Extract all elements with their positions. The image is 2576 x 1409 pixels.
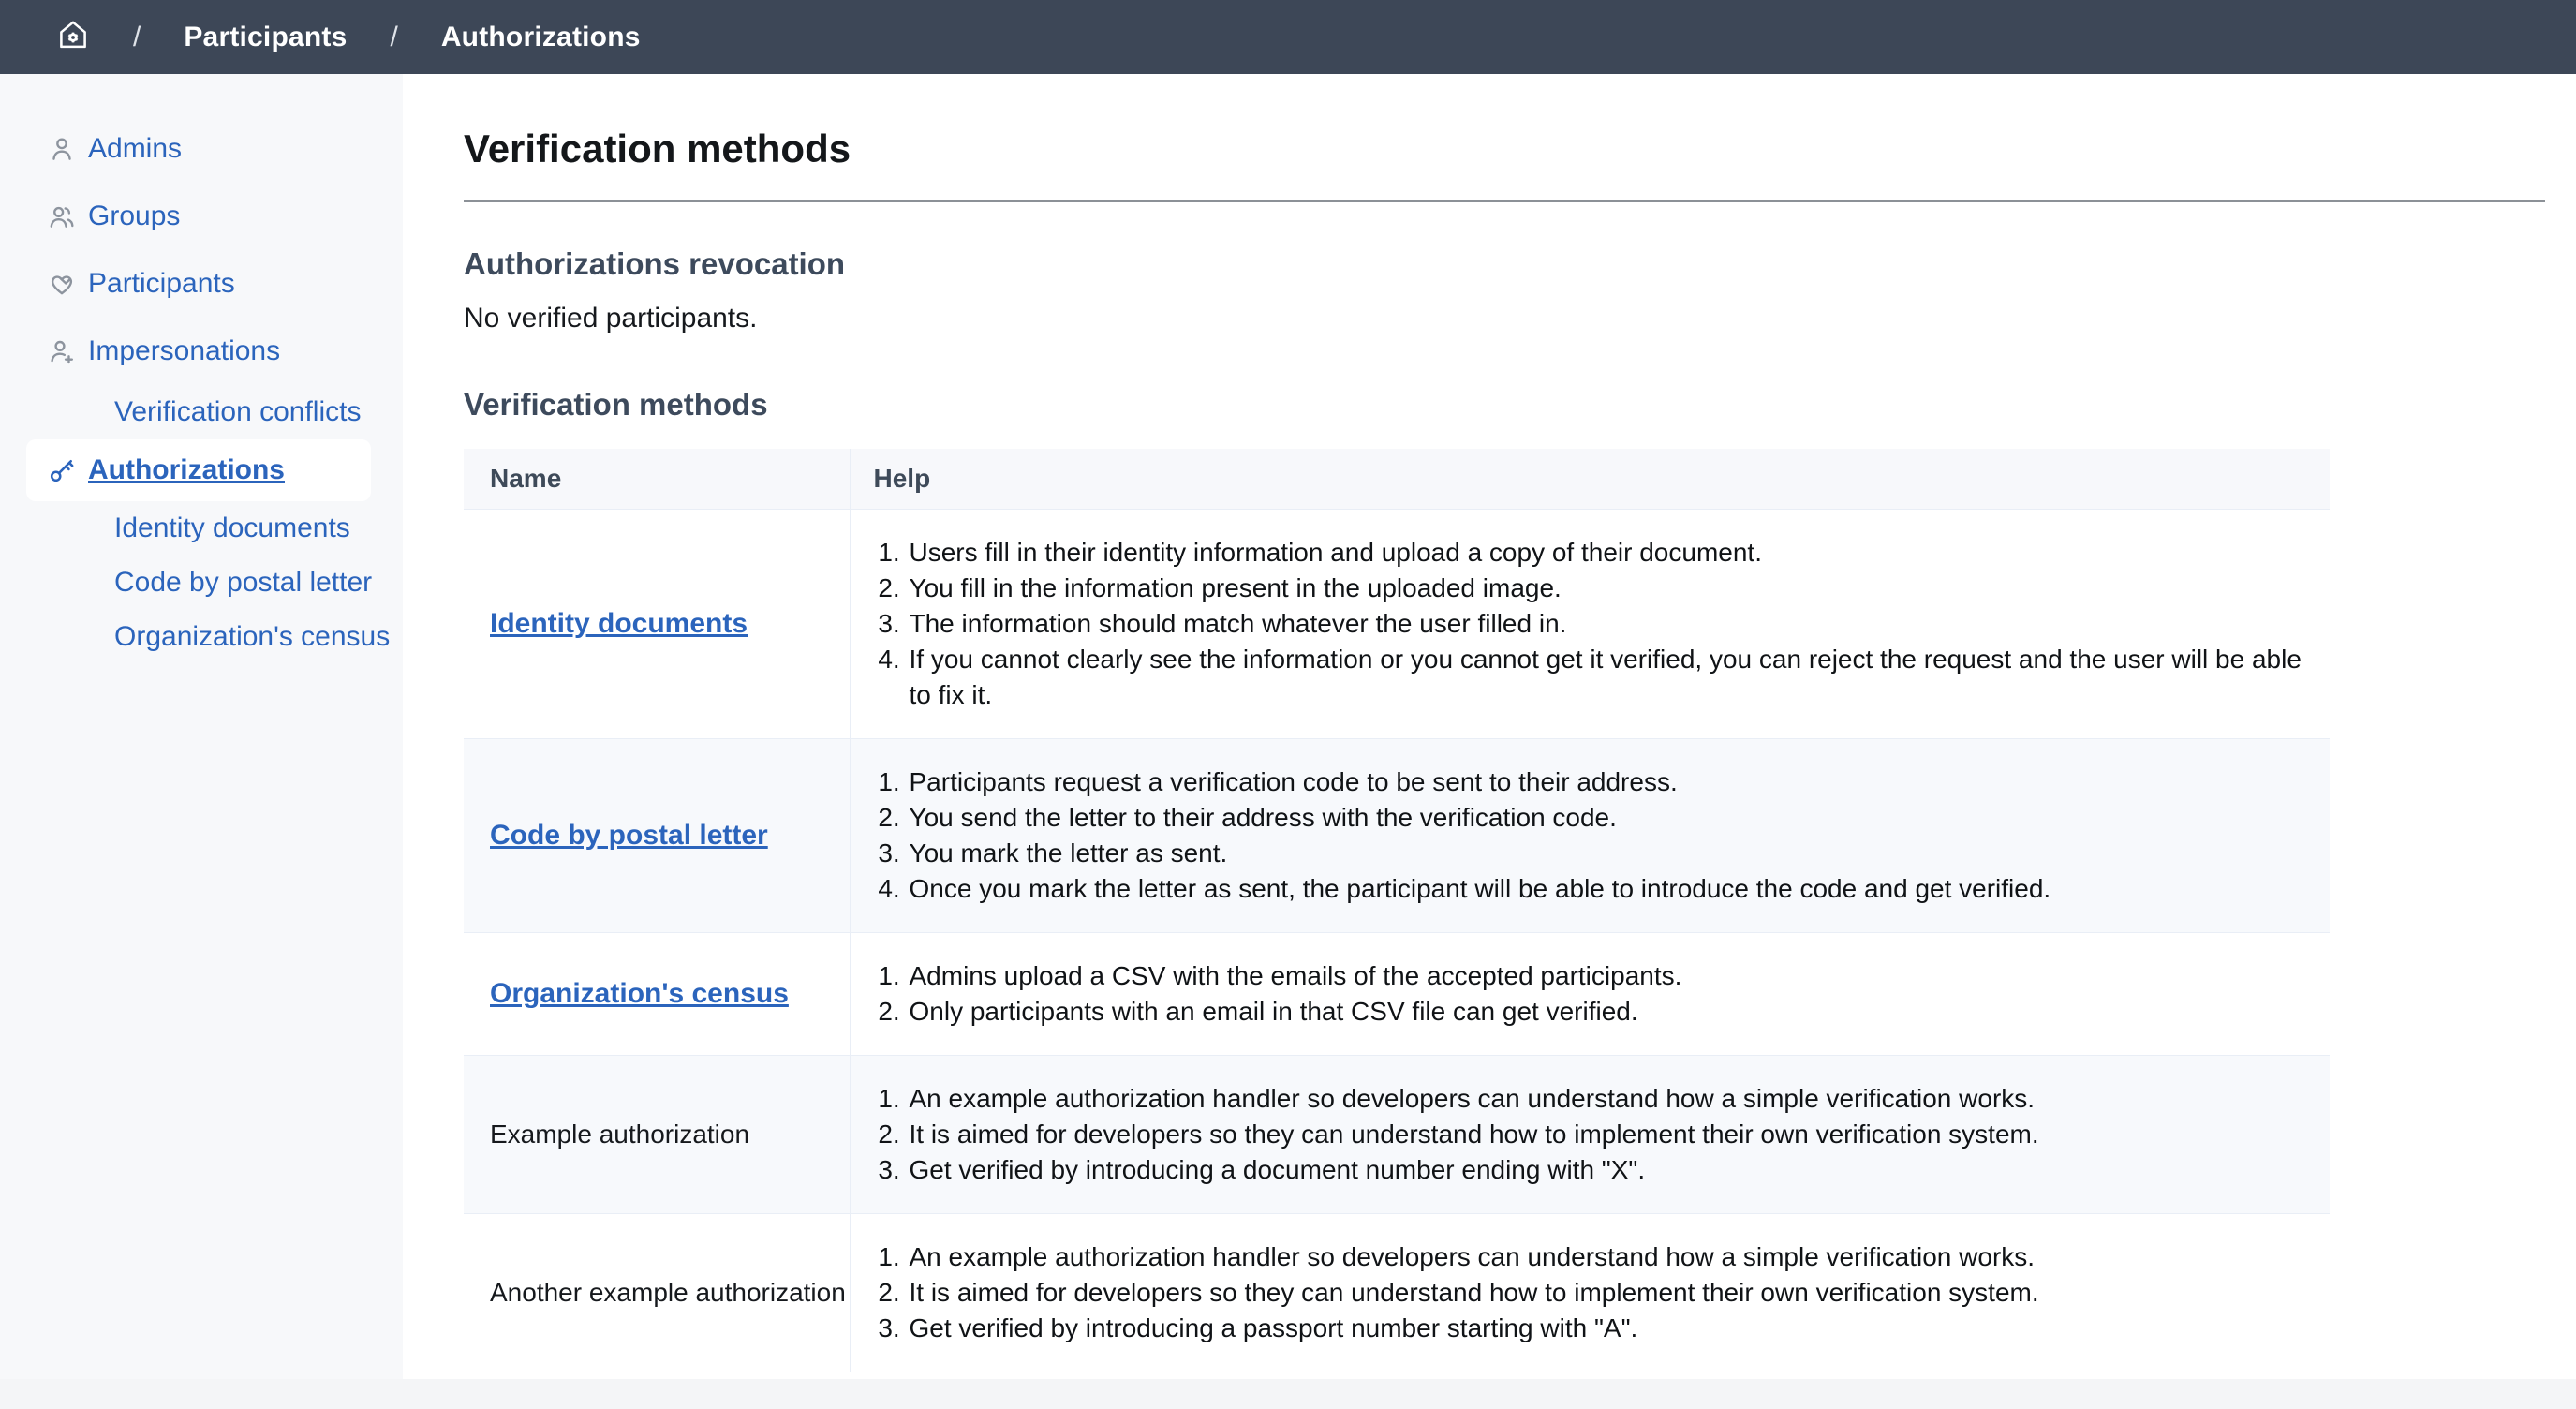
breadcrumb-separator: /: [390, 22, 397, 53]
sidebar-item-identity-documents[interactable]: Identity documents: [0, 501, 403, 556]
help-step: It is aimed for developers so they can u…: [908, 1117, 2312, 1152]
method-link-organizations-census[interactable]: Organization's census: [490, 978, 789, 1009]
help-list: An example authorization handler so deve…: [908, 1239, 2312, 1346]
help-step: Users fill in their identity information…: [908, 535, 2312, 571]
user-icon: [47, 134, 77, 164]
help-list: Admins upload a CSV with the emails of t…: [908, 958, 2312, 1030]
help-list: Participants request a verification code…: [908, 764, 2312, 907]
key-icon: [47, 455, 77, 485]
sidebar-item-organizations-census[interactable]: Organization's census: [0, 610, 403, 664]
page-title: Verification methods: [464, 126, 2545, 171]
breadcrumb: / Participants / Authorizations: [56, 18, 641, 56]
help-step: Admins upload a CSV with the emails of t…: [908, 958, 2312, 994]
verification-methods-table: Name Help Identity documents Users fill …: [464, 449, 2330, 1372]
table-row: Example authorization An example authori…: [464, 1055, 2330, 1213]
help-step: Get verified by introducing a document n…: [908, 1152, 2312, 1188]
sidebar-item-label: Code by postal letter: [114, 566, 372, 600]
sidebar-item-label: Authorizations: [88, 453, 285, 487]
sidebar-item-impersonations[interactable]: Impersonations: [0, 318, 403, 385]
sidebar-item-label: Participants: [88, 267, 235, 301]
table-row: Another example authorization An example…: [464, 1213, 2330, 1372]
help-list: An example authorization handler so deve…: [908, 1081, 2312, 1188]
table-row: Code by postal letter Participants reque…: [464, 738, 2330, 932]
users-icon: [47, 201, 77, 231]
column-header-help: Help: [850, 449, 2330, 509]
help-step: An example authorization handler so deve…: [908, 1239, 2312, 1275]
revocation-heading: Authorizations revocation: [464, 246, 2545, 282]
breadcrumb-item-participants[interactable]: Participants: [184, 22, 347, 53]
help-step: Only participants with an email in that …: [908, 994, 2312, 1030]
method-name-example-authorization: Example authorization: [490, 1120, 749, 1149]
help-step: If you cannot clearly see the informatio…: [908, 642, 2312, 713]
main-content: Verification methods Authorizations revo…: [403, 74, 2576, 1379]
sidebar-item-label: Groups: [88, 200, 180, 233]
methods-heading: Verification methods: [464, 387, 2545, 423]
sidebar-item-label: Verification conflicts: [114, 395, 361, 429]
help-step: Get verified by introducing a passport n…: [908, 1311, 2312, 1346]
help-step: The information should match whatever th…: [908, 606, 2312, 642]
method-link-identity-documents[interactable]: Identity documents: [490, 608, 748, 639]
help-step: You send the letter to their address wit…: [908, 800, 2312, 836]
sidebar-item-label: Admins: [88, 132, 182, 166]
help-step: Participants request a verification code…: [908, 764, 2312, 800]
table-row: Identity documents Users fill in their i…: [464, 509, 2330, 738]
table-header-row: Name Help: [464, 449, 2330, 509]
home-gear-icon: [56, 18, 90, 56]
revocation-status-text: No verified participants.: [464, 303, 2545, 334]
sidebar-item-label: Identity documents: [114, 512, 350, 545]
sidebar-item-groups[interactable]: Groups: [0, 183, 403, 250]
sidebar-item-label: Impersonations: [88, 334, 280, 368]
breadcrumb-item-authorizations[interactable]: Authorizations: [441, 22, 641, 53]
help-step: An example authorization handler so deve…: [908, 1081, 2312, 1117]
help-list: Users fill in their identity information…: [908, 535, 2312, 713]
help-step: Once you mark the letter as sent, the pa…: [908, 871, 2312, 907]
help-step: You mark the letter as sent.: [908, 836, 2312, 871]
column-header-name: Name: [464, 449, 850, 509]
method-name-another-example-authorization: Another example authorization: [490, 1278, 846, 1307]
sidebar-item-admins[interactable]: Admins: [0, 115, 403, 183]
help-step: You fill in the information present in t…: [908, 571, 2312, 606]
table-row: Organization's census Admins upload a CS…: [464, 932, 2330, 1055]
heart-hand-icon: [47, 269, 77, 299]
sidebar-item-verification-conflicts[interactable]: Verification conflicts: [0, 385, 403, 439]
method-link-code-by-postal-letter[interactable]: Code by postal letter: [490, 820, 768, 851]
sidebar-item-participants[interactable]: Participants: [0, 250, 403, 318]
breadcrumb-separator: /: [133, 22, 141, 53]
title-divider: [464, 200, 2545, 202]
user-plus-icon: [47, 336, 77, 366]
sidebar-item-label: Organization's census: [114, 620, 390, 654]
sidebar-item-authorizations[interactable]: Authorizations: [26, 439, 371, 501]
sidebar-item-code-by-postal-letter[interactable]: Code by postal letter: [0, 556, 403, 610]
home-button[interactable]: [56, 18, 90, 56]
sidebar: Admins Groups Participants: [0, 74, 403, 1379]
help-step: It is aimed for developers so they can u…: [908, 1275, 2312, 1311]
top-navigation-bar: / Participants / Authorizations: [0, 0, 2576, 74]
